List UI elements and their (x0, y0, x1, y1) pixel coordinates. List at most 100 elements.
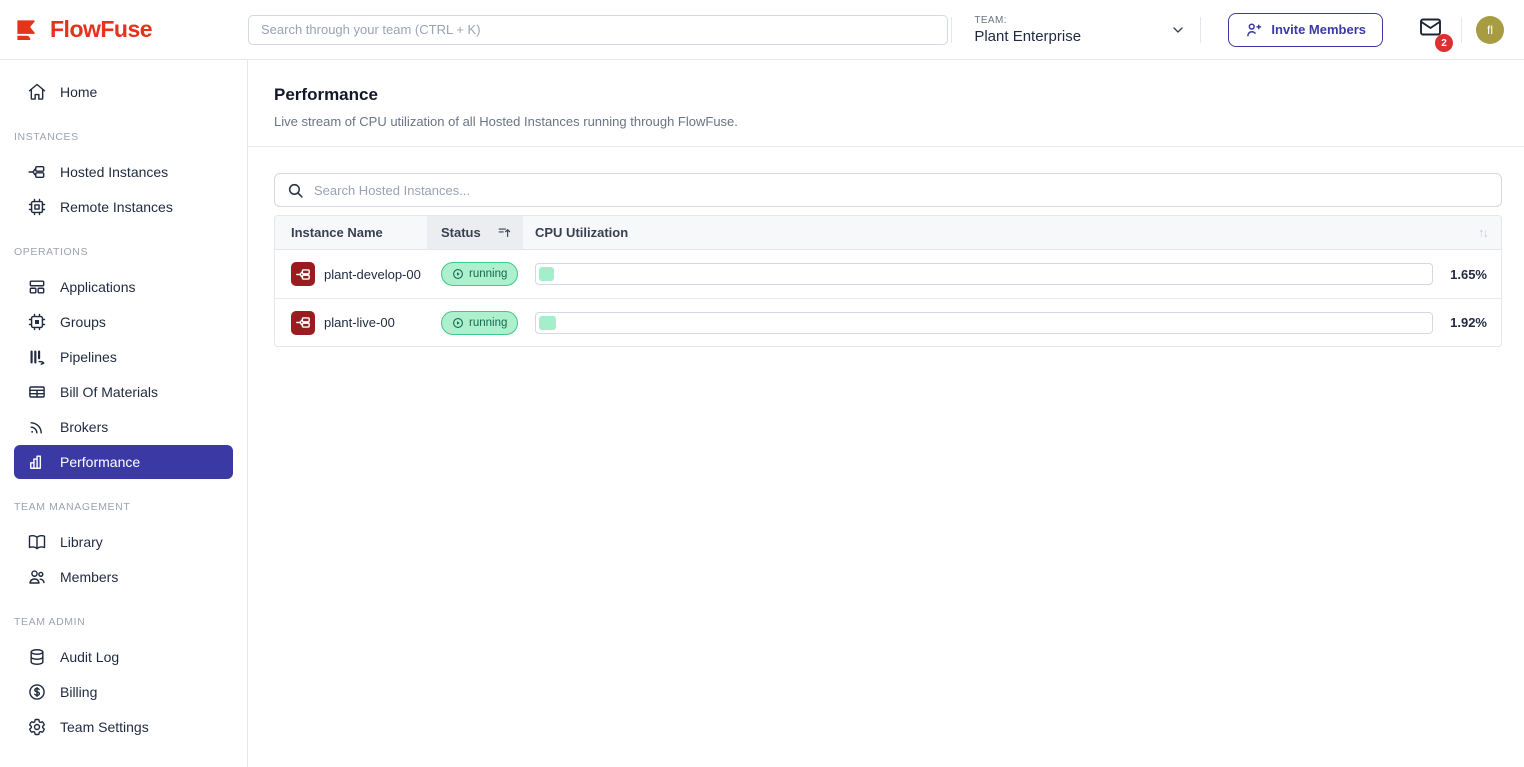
sidebar-item-remote-instances[interactable]: Remote Instances (14, 190, 233, 224)
sidebar-item-label: Home (60, 84, 97, 100)
cpu-utilization-bar (535, 312, 1433, 334)
instance-name-cell: plant-develop-00 (275, 262, 427, 286)
status-badge: running (441, 262, 518, 286)
sidebar-item-applications[interactable]: Applications (14, 270, 233, 304)
cpu-utilization-fill (539, 316, 556, 330)
bill-of-materials-icon (27, 382, 47, 402)
instances-table: Instance Name Status CPU Utilization ↑↓ (274, 215, 1502, 347)
status-badge: running (441, 311, 518, 335)
status-cell: running (427, 311, 523, 335)
status-cell: running (427, 262, 523, 286)
sidebar-item-label: Library (60, 534, 103, 550)
sidebar-item-library[interactable]: Library (14, 525, 233, 559)
table-row[interactable]: plant-live-00 running (275, 298, 1501, 346)
sidebar-item-team-settings[interactable]: Team Settings (14, 710, 233, 744)
invite-members-label: Invite Members (1271, 22, 1366, 37)
play-circle-icon (452, 268, 464, 280)
sidebar-item-label: Applications (60, 279, 136, 295)
sidebar-item-billing[interactable]: Billing (14, 675, 233, 709)
sidebar-item-label: Performance (60, 454, 140, 470)
cpu-percentage: 1.92% (1433, 315, 1501, 330)
hosted-instance-icon (291, 262, 315, 286)
column-cpu-utilization[interactable]: CPU Utilization (523, 216, 1433, 249)
header-right: TEAM: Plant Enterprise Invite Members (951, 13, 1504, 47)
sidebar-item-home[interactable]: Home (14, 75, 233, 109)
flowfuse-app: FlowFuse TEAM: Plant Enterprise (0, 0, 1524, 767)
pipelines-icon (27, 347, 47, 367)
chevron-down-icon (1170, 22, 1186, 38)
page-subtitle: Live stream of CPU utilization of all Ho… (274, 114, 1498, 129)
hosted-instances-icon (27, 162, 47, 182)
sidebar-section-instances: INSTANCES (0, 131, 247, 143)
team-label: TEAM: (974, 15, 1081, 26)
sidebar-item-label: Members (60, 569, 118, 585)
header-divider (1461, 17, 1462, 43)
column-status[interactable]: Status (427, 216, 523, 249)
sidebar-item-label: Billing (60, 684, 97, 700)
sidebar-item-groups[interactable]: Groups (14, 305, 233, 339)
header-divider (1200, 17, 1201, 43)
global-search (248, 15, 948, 45)
sidebar-item-label: Bill Of Materials (60, 384, 158, 400)
home-icon (27, 82, 47, 102)
sidebar-item-brokers[interactable]: Brokers (14, 410, 233, 444)
sidebar-item-label: Groups (60, 314, 106, 330)
search-icon (287, 182, 304, 199)
cpu-bar-cell (523, 263, 1433, 285)
notifications-button[interactable]: 2 (1417, 15, 1444, 44)
billing-icon (27, 682, 47, 702)
brokers-icon (27, 417, 47, 437)
audit-log-icon (27, 647, 47, 667)
top-header: FlowFuse TEAM: Plant Enterprise (0, 0, 1524, 60)
instance-name: plant-develop-00 (324, 267, 421, 282)
team-name: Plant Enterprise (974, 28, 1081, 45)
sidebar-item-label: Hosted Instances (60, 164, 168, 180)
sidebar-section-team-admin: TEAM ADMIN (0, 616, 247, 628)
bars-arrow-up-icon (497, 225, 512, 240)
groups-icon (27, 312, 47, 332)
cpu-bar-cell (523, 312, 1433, 334)
applications-icon (27, 277, 47, 297)
cpu-utilization-bar (535, 263, 1433, 285)
sidebar-item-hosted-instances[interactable]: Hosted Instances (14, 155, 233, 189)
main-content: Performance Live stream of CPU utilizati… (248, 60, 1524, 767)
sidebar-item-label: Brokers (60, 419, 108, 435)
instance-search-input[interactable] (314, 183, 1489, 198)
arrows-up-down-icon[interactable]: ↑↓ (1433, 216, 1501, 249)
header-divider (951, 17, 952, 43)
column-instance-name[interactable]: Instance Name (275, 216, 427, 249)
global-search-input[interactable] (248, 15, 948, 45)
sidebar-item-performance[interactable]: Performance (14, 445, 233, 479)
user-plus-icon (1245, 21, 1263, 39)
performance-icon (27, 452, 47, 472)
sidebar-item-label: Audit Log (60, 649, 119, 665)
cpu-percentage: 1.65% (1433, 267, 1501, 282)
play-circle-icon (452, 317, 464, 329)
sidebar-item-bill-of-materials[interactable]: Bill Of Materials (14, 375, 233, 409)
flowfuse-logo-text: FlowFuse (50, 16, 152, 43)
sidebar-section-team-management: TEAM MANAGEMENT (0, 501, 247, 513)
members-icon (27, 567, 47, 587)
cpu-utilization-fill (539, 267, 554, 281)
hosted-instance-icon (291, 311, 315, 335)
flowfuse-logo-icon (14, 16, 41, 43)
instance-name: plant-live-00 (324, 315, 395, 330)
sidebar-item-label: Pipelines (60, 349, 117, 365)
remote-instances-icon (27, 197, 47, 217)
sidebar-item-label: Team Settings (60, 719, 149, 735)
instance-name-cell: plant-live-00 (275, 311, 427, 335)
sidebar-item-members[interactable]: Members (14, 560, 233, 594)
sidebar-item-audit-log[interactable]: Audit Log (14, 640, 233, 674)
user-avatar[interactable]: fl (1476, 16, 1504, 44)
sidebar: Home INSTANCES Hosted Instances Remote I… (0, 60, 248, 767)
page-title: Performance (274, 85, 1498, 105)
table-row[interactable]: plant-develop-00 running (275, 250, 1501, 298)
invite-members-button[interactable]: Invite Members (1228, 13, 1383, 47)
notification-badge: 2 (1435, 34, 1453, 52)
team-settings-icon (27, 717, 47, 737)
sidebar-item-pipelines[interactable]: Pipelines (14, 340, 233, 374)
sidebar-item-label: Remote Instances (60, 199, 173, 215)
flowfuse-logo[interactable]: FlowFuse (0, 16, 248, 43)
library-icon (27, 532, 47, 552)
team-selector[interactable]: TEAM: Plant Enterprise (974, 15, 1186, 45)
